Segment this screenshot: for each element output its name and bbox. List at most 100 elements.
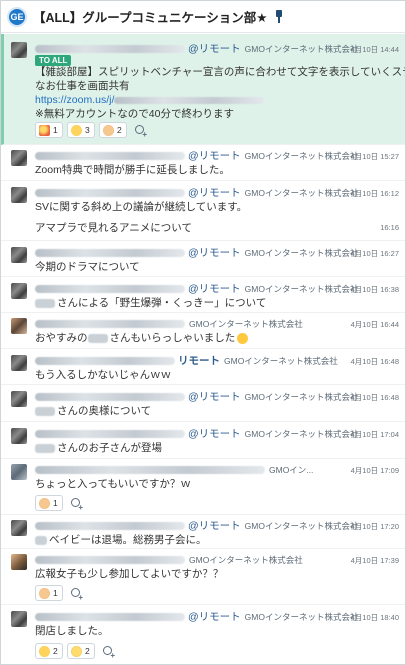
avatar[interactable]	[11, 355, 27, 371]
message-item[interactable]: @リモート GMOインターネット株式会社 4月10日 18:40 閉店しました。…	[1, 605, 405, 664]
reaction-wow[interactable]: 3	[67, 122, 95, 138]
message-item[interactable]: リモート GMOインターネット株式会社 4月10日 16:48 もう入るしかない…	[1, 349, 405, 385]
sender-name-blurred	[35, 151, 185, 160]
message-timeline[interactable]: @リモート GMOインターネット株式会社 4月10日 14:44 TO ALL …	[1, 34, 405, 664]
reaction-count: 2	[85, 646, 90, 656]
name-blurred	[35, 535, 47, 545]
avatar[interactable]	[11, 554, 27, 570]
avatar[interactable]	[11, 464, 27, 480]
message-item[interactable]: 16:16 アマプラで見れるアニメについて	[1, 217, 405, 241]
add-reaction-icon	[71, 498, 83, 512]
avatar[interactable]	[11, 187, 27, 203]
avatar[interactable]	[11, 150, 27, 166]
sender-name-blurred	[35, 392, 185, 401]
reaction-thumbs-up[interactable]: 1	[35, 585, 63, 601]
add-reaction-icon	[71, 588, 83, 602]
reaction-wow[interactable]: 2	[35, 643, 63, 659]
reaction-bar: 1	[35, 495, 85, 512]
message-item[interactable]: @リモート GMOインターネット株式会社 4月10日 17:04 さんのお子さん…	[1, 422, 405, 459]
pin-icon[interactable]	[274, 9, 284, 24]
sender: @リモート GMOインターネット株式会社	[35, 246, 358, 259]
message-line: なお仕事を画面共有	[35, 80, 130, 92]
reaction-bar: 2 2	[35, 643, 117, 660]
sender-name-blurred	[35, 284, 185, 293]
message-body: さんの奥様について	[35, 404, 355, 418]
message-time: 4月10日 16:27	[350, 249, 399, 258]
avatar[interactable]	[11, 428, 27, 444]
sender: @リモート GMOインターネット株式会社	[35, 427, 358, 440]
sender-name-blurred	[35, 248, 185, 257]
message-item[interactable]: GMOインターネット株式会社 4月10日 17:39 広報女子も少し参加してよい…	[1, 549, 405, 605]
message-body: アマプラで見れるアニメについて	[35, 222, 192, 234]
avatar[interactable]	[11, 520, 27, 536]
message-text: さんによる「野生爆弾・くっきー」について	[57, 297, 267, 309]
add-reaction-button[interactable]	[67, 585, 85, 602]
sender-mention: @リモート	[188, 187, 241, 199]
sender-company: GMOインターネット株式会社	[244, 247, 359, 258]
message-body: Zoom特典で時間が勝手に延長しました。	[35, 164, 230, 176]
reaction-count: 2	[117, 125, 122, 135]
name-blurred	[35, 406, 55, 416]
add-reaction-icon	[135, 125, 147, 139]
message-item[interactable]: @リモート GMOインターネット株式会社 4月10日 14:44 TO ALL …	[1, 34, 405, 145]
sender-name-blurred	[35, 44, 185, 53]
wow-icon	[39, 645, 50, 657]
message-time: 4月10日 18:40	[350, 613, 399, 622]
message-item[interactable]: @リモート GMOインターネット株式会社 4月10日 17:20 ベイビーは退場…	[1, 515, 405, 549]
add-reaction-button[interactable]	[99, 643, 117, 660]
message-time: 4月10日 17:04	[350, 430, 399, 439]
message-item[interactable]: @リモート GMOインターネット株式会社 4月10日 15:27 Zoom特典で…	[1, 145, 405, 181]
sender-company: GMOイン...	[269, 464, 314, 475]
message-body: おやすみの さんもいらっしゃいました	[35, 331, 355, 345]
message-text: さんもいらっしゃいました	[109, 332, 236, 344]
thumbs-up-icon	[39, 497, 50, 509]
message-item[interactable]: @リモート GMOインターネット株式会社 4月10日 16:27 今期のドラマに…	[1, 241, 405, 277]
sender: GMOイン...	[35, 463, 313, 476]
reaction-thumbs-up[interactable]: 2	[99, 122, 127, 138]
reaction-bow[interactable]: 2	[67, 643, 95, 659]
message-body: 広報女子も少し参加してよいですか？？	[35, 568, 224, 580]
message-time: 4月10日 17:09	[350, 466, 399, 475]
party-icon	[39, 124, 50, 136]
avatar[interactable]	[11, 318, 27, 334]
message-item[interactable]: @リモート GMOインターネット株式会社 4月10日 16:12 SVに関する斜…	[1, 181, 405, 217]
message-text: ベイビーは退場。総務男子会に。	[49, 534, 207, 546]
sender-mention: @リモート	[188, 43, 241, 55]
smile-emoji-icon	[237, 332, 249, 344]
message-time: 4月10日 15:27	[350, 152, 399, 161]
message-body: SVに関する斜め上の議論が継続しています。	[35, 201, 248, 213]
sender: @リモート GMOインターネット株式会社	[35, 519, 358, 532]
room-icon[interactable]: GE	[7, 6, 27, 27]
reaction-party[interactable]: 1	[35, 122, 63, 138]
reaction-thumbs-up[interactable]: 1	[35, 495, 63, 511]
sender: @リモート GMOインターネット株式会社	[35, 610, 358, 623]
wow-icon	[71, 124, 82, 136]
zoom-link[interactable]: https://zoom.us/j/	[35, 94, 114, 106]
message-item[interactable]: GMOイン... 4月10日 17:09 ちょっと入ってもいいですか？ｗ 1	[1, 459, 405, 515]
avatar[interactable]	[11, 611, 27, 627]
message-line: 【雑談部屋】スピリットベンチャー宣言の声に合わせて文字を表示していくステキ	[35, 66, 406, 78]
sender: @リモート GMOインターネット株式会社	[35, 149, 358, 162]
sender-mention: @リモート	[188, 247, 241, 259]
message-text: さんのお子さんが登場	[57, 442, 162, 454]
sender-name-blurred	[35, 555, 185, 564]
avatar[interactable]	[11, 283, 27, 299]
sender-company: GMOインターネット株式会社	[244, 150, 359, 161]
message-item[interactable]: @リモート GMOインターネット株式会社 4月10日 16:48 さんの奥様につ…	[1, 385, 405, 422]
message-body: 【雑談部屋】スピリットベンチャー宣言の声に合わせて文字を表示していくステキ なお…	[35, 65, 406, 121]
sender-name-blurred	[35, 612, 185, 621]
avatar[interactable]	[11, 247, 27, 263]
message-text: おやすみの	[35, 332, 88, 344]
add-reaction-button[interactable]	[131, 122, 149, 139]
add-reaction-button[interactable]	[67, 495, 85, 512]
message-body: ベイビーは退場。総務男子会に。	[35, 533, 355, 547]
name-blurred	[35, 443, 55, 453]
sender-mention: @リモート	[188, 283, 241, 295]
sender-company: GMOインターネット株式会社	[189, 318, 303, 329]
avatar[interactable]	[11, 391, 27, 407]
sender-company: GMOインターネット株式会社	[244, 43, 359, 54]
message-item[interactable]: GMOインターネット株式会社 4月10日 16:44 おやすみの さんもいらっしゃ…	[1, 313, 405, 349]
message-body: さんのお子さんが登場	[35, 441, 355, 455]
avatar[interactable]	[11, 42, 27, 58]
message-item[interactable]: @リモート GMOインターネット株式会社 4月10日 16:38 さんによる「野…	[1, 277, 405, 313]
